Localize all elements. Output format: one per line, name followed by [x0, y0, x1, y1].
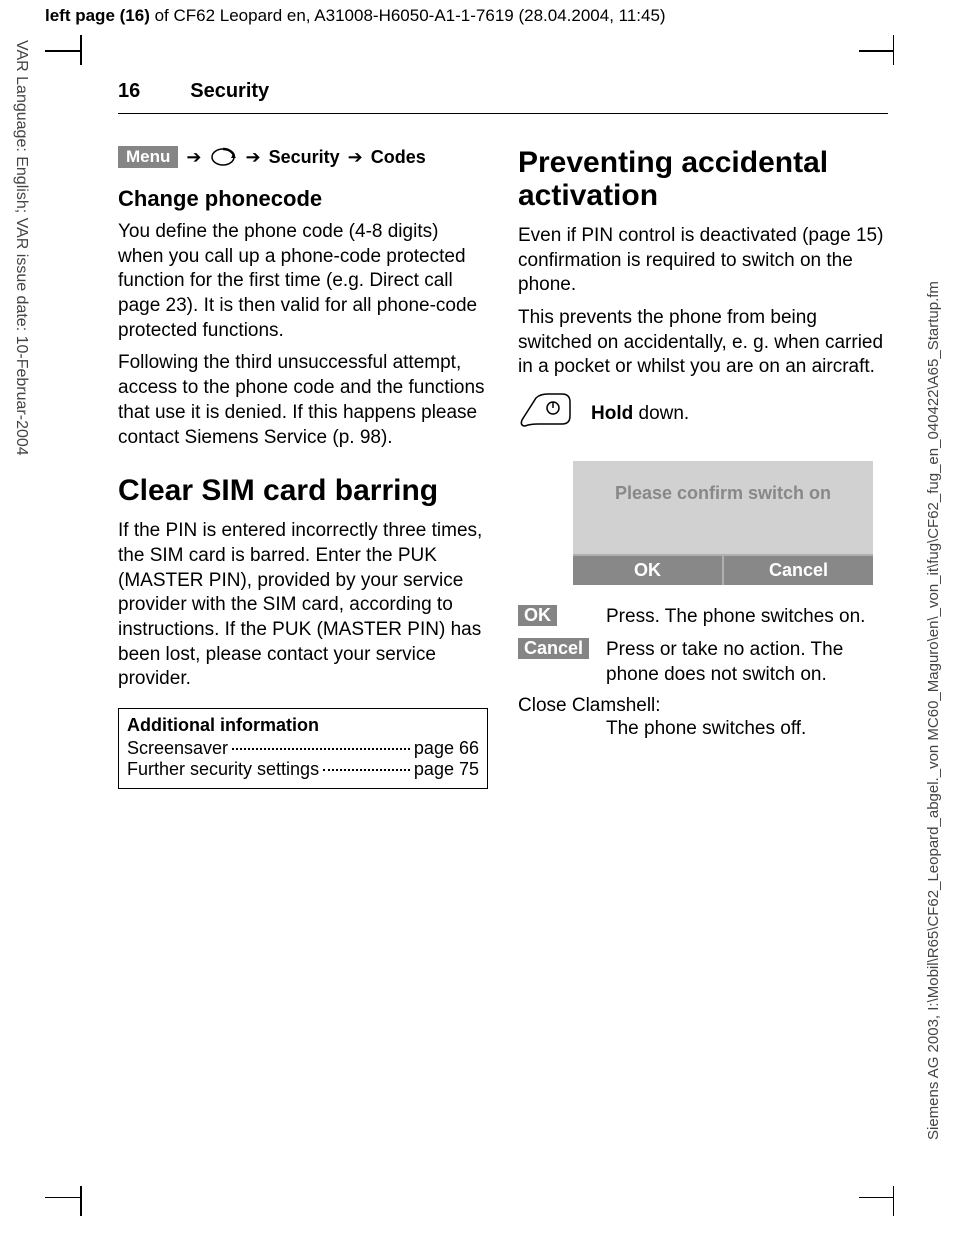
crop-mark: [893, 35, 895, 65]
crop-mark: [45, 50, 80, 52]
close-description: The phone switches off.: [606, 717, 888, 742]
cancel-chip: Cancel: [518, 638, 589, 659]
content-area: 16 Security Menu ➔ ➔ Security ➔ Codes: [118, 80, 888, 789]
arrow-icon: ➔: [348, 147, 363, 168]
heading-clear-sim: Clear SIM card barring: [118, 474, 488, 507]
arrow-icon: ➔: [245, 147, 260, 168]
crop-mark: [893, 1186, 895, 1216]
ok-label: OK: [518, 605, 586, 630]
info-row: Screensaver page 66: [127, 738, 479, 759]
arrow-icon: ➔: [186, 147, 201, 168]
hold-instruction: Hold down.: [518, 392, 888, 437]
header-bold: left page (16): [45, 6, 150, 25]
navigation-ring-icon: [209, 146, 237, 168]
crop-mark: [80, 35, 82, 65]
hold-text: Hold down.: [591, 402, 689, 427]
crop-mark: [859, 1197, 894, 1199]
dialog-buttons: OK Cancel: [573, 554, 873, 585]
info-page: page 75: [414, 759, 479, 780]
leader-dots: [232, 748, 410, 750]
dialog-cancel-button: Cancel: [722, 554, 873, 585]
page-number: 16: [118, 80, 140, 103]
left-column: Menu ➔ ➔ Security ➔ Codes Change phoneco…: [118, 146, 488, 789]
breadcrumb: Menu ➔ ➔ Security ➔ Codes: [118, 146, 488, 168]
ok-description: Press. The phone switches on.: [606, 605, 865, 630]
additional-info-box: Additional information Screensaver page …: [118, 708, 488, 789]
cancel-description: Press or take no action. The phone does …: [606, 638, 888, 687]
cancel-label: Cancel: [518, 638, 586, 687]
page-header: left page (16) of CF62 Leopard en, A3100…: [0, 0, 954, 32]
header-rest: of CF62 Leopard en, A31008-H6050-A1-1-76…: [150, 6, 666, 25]
crop-mark: [45, 1197, 80, 1199]
info-box-title: Additional information: [127, 715, 479, 736]
phone-confirm-dialog: Please confirm switch on OK Cancel: [573, 461, 873, 585]
info-label: Screensaver: [127, 738, 228, 759]
right-column: Preventing accidental activation Even if…: [518, 146, 888, 789]
page-section-header: 16 Security: [118, 80, 888, 114]
heading-preventing: Preventing accidental activation: [518, 146, 888, 212]
right-margin-text: Siemens AG 2003, I:\Mobil\R65\CF62_Leopa…: [925, 90, 942, 1140]
info-row: Further security settings page 75: [127, 759, 479, 780]
paragraph: Following the third unsuccessful attempt…: [118, 351, 488, 450]
dialog-message: Please confirm switch on: [573, 461, 873, 554]
close-label: Close Clamshell:: [518, 695, 888, 717]
info-label: Further security settings: [127, 759, 319, 780]
close-clamshell-row: Close Clamshell: The phone switches off.: [518, 695, 888, 742]
power-key-icon: [518, 392, 573, 437]
menu-chip: Menu: [118, 146, 178, 168]
hold-rest: down.: [633, 403, 689, 424]
left-margin-text: VAR Language: English; VAR issue date: 1…: [12, 40, 30, 540]
paragraph: Even if PIN control is deactivated (page…: [518, 224, 888, 298]
paragraph: This prevents the phone from being switc…: [518, 306, 888, 380]
crop-mark: [80, 1186, 82, 1216]
hold-bold: Hold: [591, 403, 633, 424]
definition-row: Cancel Press or take no action. The phon…: [518, 638, 888, 687]
info-page: page 66: [414, 738, 479, 759]
crop-mark: [859, 50, 894, 52]
paragraph: If the PIN is entered incorrectly three …: [118, 519, 488, 692]
definition-row: OK Press. The phone switches on.: [518, 605, 888, 630]
ok-chip: OK: [518, 605, 557, 626]
breadcrumb-codes: Codes: [371, 147, 426, 168]
heading-change-phonecode: Change phonecode: [118, 186, 488, 212]
breadcrumb-security: Security: [269, 147, 340, 168]
dialog-ok-button: OK: [573, 554, 722, 585]
section-title: Security: [190, 80, 269, 103]
paragraph: You define the phone code (4-8 digits) w…: [118, 220, 488, 343]
leader-dots: [323, 769, 410, 771]
